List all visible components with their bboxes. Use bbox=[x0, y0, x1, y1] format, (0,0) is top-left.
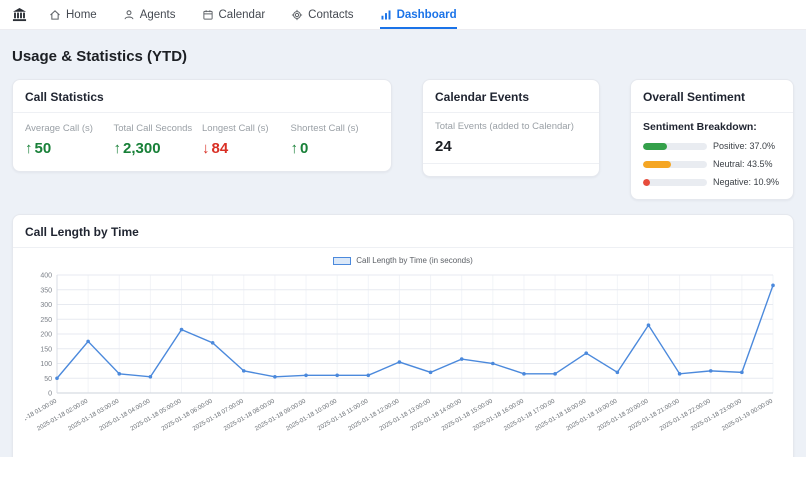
home-icon bbox=[49, 9, 61, 21]
stat-total-call-seconds: Total Call Seconds ↑2,300 bbox=[114, 123, 203, 157]
up-arrow-icon: ↑ bbox=[291, 140, 299, 157]
page-footer bbox=[0, 457, 806, 504]
nav-item-agents[interactable]: Agents bbox=[123, 0, 176, 29]
svg-text:200: 200 bbox=[40, 332, 52, 339]
overall-sentiment-card: Overall Sentiment Sentiment Breakdown: P… bbox=[630, 79, 794, 200]
bar-chart-icon bbox=[380, 9, 392, 21]
down-arrow-icon: ↓ bbox=[202, 140, 210, 157]
svg-text:250: 250 bbox=[40, 317, 52, 324]
app-window: Home Agents Calendar Contacts Dashboard bbox=[0, 0, 806, 504]
nav-item-label: Calendar bbox=[219, 9, 266, 21]
main-content: Usage & Statistics (YTD) Call Statistics… bbox=[0, 30, 806, 457]
svg-text:400: 400 bbox=[40, 273, 52, 280]
call-statistics-card: Call Statistics Average Call (s) ↑50 Tot… bbox=[12, 79, 392, 172]
stat-value: ↑50 bbox=[25, 140, 114, 157]
positive-label: Positive: 37.0% bbox=[713, 141, 775, 151]
sentiment-row-neutral: Neutral: 43.5% bbox=[643, 159, 781, 169]
sentiment-row-negative: Negative: 10.9% bbox=[643, 177, 781, 187]
call-stats-list: Average Call (s) ↑50 Total Call Seconds … bbox=[25, 121, 379, 161]
person-icon bbox=[123, 9, 135, 21]
stat-longest-call: Longest Call (s) ↓84 bbox=[202, 123, 291, 157]
divider bbox=[13, 112, 391, 113]
svg-text:0: 0 bbox=[48, 391, 52, 398]
divider bbox=[13, 247, 793, 248]
top-navbar: Home Agents Calendar Contacts Dashboard bbox=[0, 0, 806, 30]
stat-label: Total Call Seconds bbox=[114, 123, 203, 134]
svg-text:100: 100 bbox=[40, 361, 52, 368]
neutral-bar-fill bbox=[643, 161, 671, 168]
stat-value: ↑2,300 bbox=[114, 140, 203, 157]
stat-value: ↓84 bbox=[202, 140, 291, 157]
negative-bar-fill bbox=[643, 179, 650, 186]
nav-item-dashboard[interactable]: Dashboard bbox=[380, 0, 457, 29]
stat-label: Average Call (s) bbox=[25, 123, 114, 134]
page-title: Usage & Statistics (YTD) bbox=[12, 48, 794, 65]
neutral-label: Neutral: 43.5% bbox=[713, 159, 773, 169]
calendar-events-card: Calendar Events Total Events (added to C… bbox=[422, 79, 600, 177]
svg-text:150: 150 bbox=[40, 346, 52, 353]
nav-item-label: Dashboard bbox=[397, 9, 457, 21]
nav-item-label: Agents bbox=[140, 9, 176, 21]
stats-cards-row: Call Statistics Average Call (s) ↑50 Tot… bbox=[12, 79, 794, 200]
nav-item-label: Home bbox=[66, 9, 97, 21]
stat-label: Shortest Call (s) bbox=[291, 123, 380, 134]
stat-average-call: Average Call (s) ↑50 bbox=[25, 123, 114, 157]
app-logo-icon[interactable] bbox=[12, 0, 27, 29]
total-events-value: 24 bbox=[435, 138, 587, 155]
nav-item-calendar[interactable]: Calendar bbox=[202, 0, 266, 29]
svg-text:50: 50 bbox=[44, 376, 52, 383]
nav-item-contacts[interactable]: Contacts bbox=[291, 0, 353, 29]
up-arrow-icon: ↑ bbox=[114, 140, 122, 157]
nav-item-home[interactable]: Home bbox=[49, 0, 97, 29]
line-chart[interactable]: 0501001502002503003504002025-01-18 01:00… bbox=[25, 267, 781, 454]
negative-bar-track bbox=[643, 179, 707, 186]
stat-label: Longest Call (s) bbox=[202, 123, 291, 134]
negative-label: Negative: 10.9% bbox=[713, 177, 779, 187]
stat-shortest-call: Shortest Call (s) ↑0 bbox=[291, 123, 380, 157]
nav-item-label: Contacts bbox=[308, 9, 353, 21]
svg-text:350: 350 bbox=[40, 287, 52, 294]
divider bbox=[423, 163, 599, 164]
divider bbox=[631, 112, 793, 113]
sentiment-breakdown-label: Sentiment Breakdown: bbox=[643, 121, 781, 133]
card-title: Call Length by Time bbox=[25, 225, 781, 239]
legend-label: Call Length by Time (in seconds) bbox=[356, 256, 473, 265]
calendar-icon bbox=[202, 9, 214, 21]
card-title: Calendar Events bbox=[435, 90, 587, 104]
positive-bar-track bbox=[643, 143, 707, 150]
divider bbox=[423, 112, 599, 113]
call-length-chart-card: Call Length by Time Call Length by Time … bbox=[12, 214, 794, 465]
positive-bar-fill bbox=[643, 143, 667, 150]
total-events-label: Total Events (added to Calendar) bbox=[435, 121, 587, 132]
neutral-bar-track bbox=[643, 161, 707, 168]
sentiment-row-positive: Positive: 37.0% bbox=[643, 141, 781, 151]
legend-swatch-icon bbox=[333, 257, 351, 265]
card-title: Overall Sentiment bbox=[643, 90, 781, 104]
stat-value: ↑0 bbox=[291, 140, 380, 157]
up-arrow-icon: ↑ bbox=[25, 140, 33, 157]
chart-legend[interactable]: Call Length by Time (in seconds) bbox=[25, 256, 781, 265]
svg-text:300: 300 bbox=[40, 302, 52, 309]
card-title: Call Statistics bbox=[25, 90, 379, 104]
gear-icon bbox=[291, 9, 303, 21]
